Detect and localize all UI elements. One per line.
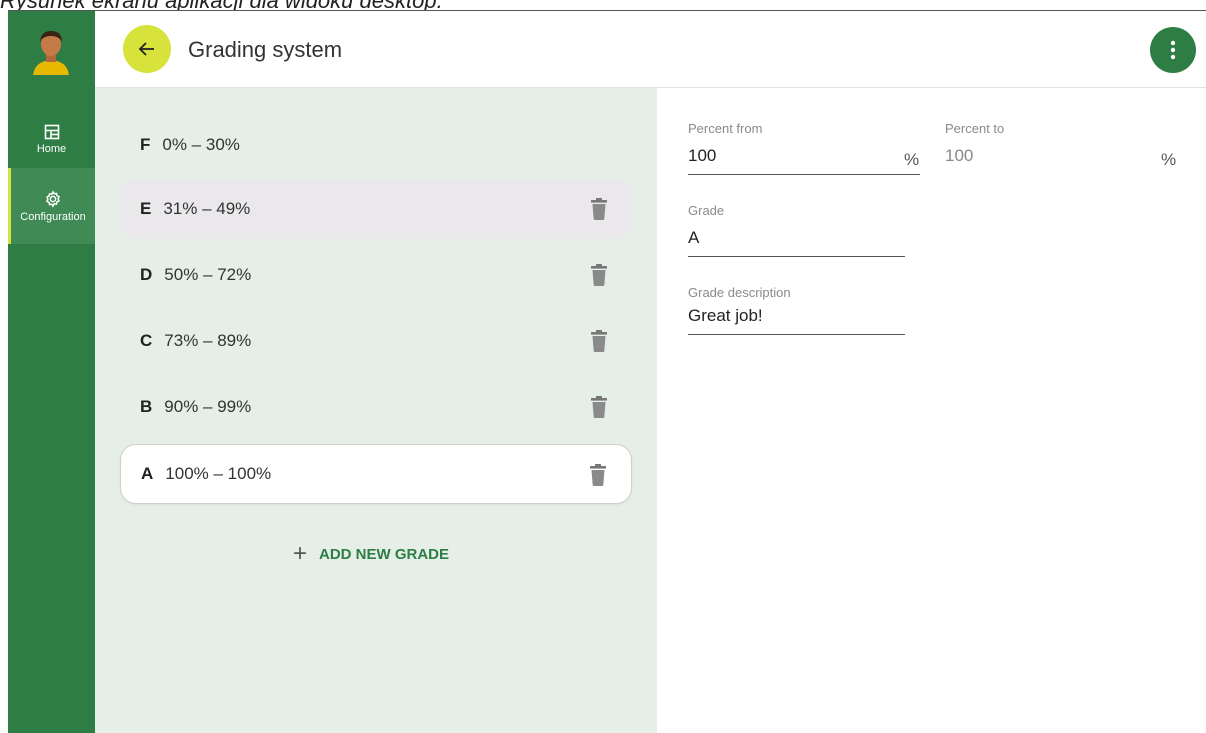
grade-row[interactable]: C 73% – 89% xyxy=(120,311,632,371)
grade-row[interactable]: D 50% – 72% xyxy=(120,245,632,305)
grade-row[interactable]: B 90% – 99% xyxy=(120,377,632,437)
grade-label: Grade xyxy=(688,203,725,218)
grade-range: 90% – 99% xyxy=(164,397,252,416)
grade-description-label: Grade description xyxy=(688,285,791,300)
grade-field[interactable]: Grade A xyxy=(688,203,905,257)
grade-letter: E xyxy=(140,199,152,218)
percent-to-label: Percent to xyxy=(945,121,1005,136)
back-button[interactable] xyxy=(123,25,171,73)
page-title: Grading system xyxy=(188,37,343,62)
plus-icon: + xyxy=(293,540,308,567)
percent-to-suffix: % xyxy=(1161,150,1177,169)
grade-letter: C xyxy=(140,331,153,350)
grade-range: 0% – 30% xyxy=(162,135,240,154)
grade-description-underline xyxy=(688,334,905,335)
grade-range: 100% – 100% xyxy=(165,464,272,483)
trash-icon[interactable] xyxy=(590,330,608,352)
arrow-left-icon xyxy=(138,42,154,56)
grade-row[interactable]: F 0% – 30% xyxy=(120,115,632,175)
avatar[interactable] xyxy=(29,27,73,75)
trash-icon[interactable] xyxy=(590,198,608,220)
grade-description-field[interactable]: Grade description Great job! xyxy=(688,285,905,335)
add-new-grade-label: ADD NEW GRADE xyxy=(319,545,450,563)
grade-list-panel: F 0% – 30% E 31% – 49% D 50% – 72% C 73% – 89% B… xyxy=(95,88,657,733)
grade-description-input[interactable]: Great job! xyxy=(688,306,905,328)
grade-range: 73% – 89% xyxy=(164,331,252,350)
grade-letter: F xyxy=(140,135,151,154)
more-options-button[interactable] xyxy=(1150,27,1196,73)
trash-icon[interactable] xyxy=(589,464,607,486)
gear-icon xyxy=(46,189,60,208)
nav-item-configuration[interactable]: Configuration xyxy=(8,168,95,244)
grade-letter: A xyxy=(141,464,154,483)
grade-letter: D xyxy=(140,265,153,284)
grade-underline xyxy=(688,256,905,257)
more-vertical-icon xyxy=(1170,40,1176,60)
grade-range: 31% – 49% xyxy=(163,199,251,218)
grade-letter: B xyxy=(140,397,153,416)
grade-row[interactable]: E 31% – 49% xyxy=(120,179,632,239)
trash-icon[interactable] xyxy=(590,264,608,286)
nav-label-home: Home xyxy=(36,142,67,155)
percent-to-input[interactable]: 100 xyxy=(945,146,1177,168)
nav-rail: Home Configuration xyxy=(8,11,95,733)
trash-icon[interactable] xyxy=(590,396,608,418)
percent-from-label: Percent from xyxy=(688,121,763,136)
add-new-grade-button[interactable]: + ADD NEW GRADE xyxy=(293,540,450,567)
grade-range: 50% – 72% xyxy=(164,265,252,284)
top-app-bar: Grading system xyxy=(95,11,1206,88)
grade-row[interactable]: A 100% – 100% xyxy=(120,444,632,504)
percent-from-suffix: % xyxy=(904,150,920,169)
percent-from-underline xyxy=(688,174,920,175)
nav-item-home[interactable]: Home xyxy=(8,101,95,177)
grade-detail-panel: Percent from 100 % Percent to 100 % Grad… xyxy=(657,88,1206,733)
dashboard-icon xyxy=(44,124,59,139)
grade-input[interactable]: A xyxy=(688,228,905,250)
percent-from-input[interactable]: 100 xyxy=(688,146,920,168)
percent-to-field[interactable]: Percent to 100 % xyxy=(945,121,1177,169)
percent-from-field[interactable]: Percent from 100 % xyxy=(688,121,920,175)
nav-label-configuration: Configuration xyxy=(20,210,86,223)
